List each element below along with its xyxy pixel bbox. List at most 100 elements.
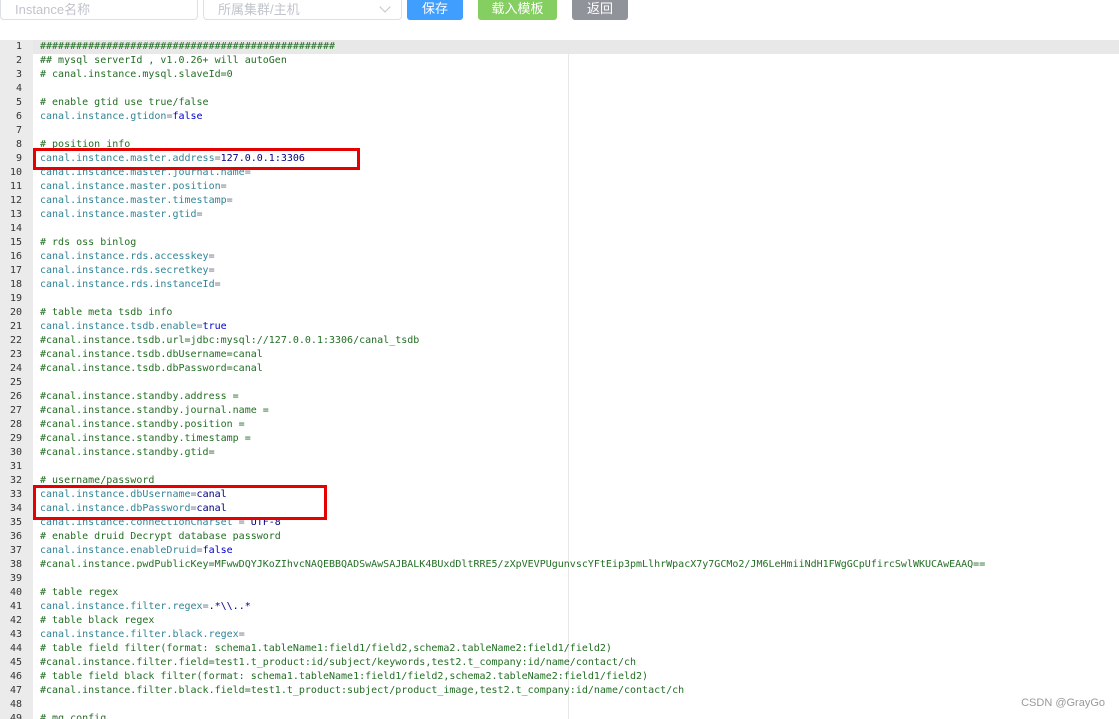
code-text: canal.instance.rds.secretkey= <box>40 264 215 278</box>
line-number: 48 <box>9 699 22 710</box>
code-text: canal.instance.master.journal.name= <box>40 166 251 180</box>
line-number: 40 <box>9 587 22 598</box>
line-number: 42 <box>9 615 22 626</box>
cluster-host-placeholder: 所属集群/主机 <box>218 2 300 17</box>
line-number: 29 <box>9 433 22 444</box>
code-text: #canal.instance.standby.timestamp = <box>40 432 251 446</box>
code-text: #canal.instance.tsdb.url=jdbc:mysql://12… <box>40 334 419 348</box>
line-number: 22 <box>9 335 22 346</box>
line-number: 2 <box>15 55 22 66</box>
code-token-eq: = <box>238 629 245 640</box>
save-button-label: 保存 <box>421 1 448 16</box>
code-token-key: canal.instance.rds.secretkey <box>40 265 209 276</box>
line-number: 12 <box>9 195 22 206</box>
code-text: canal.instance.tsdb.enable=true <box>40 320 227 334</box>
code-token-eq: = <box>196 209 203 220</box>
code-text: # enable gtid use true/false <box>40 96 209 110</box>
code-token-comment: # rds oss binlog <box>40 237 137 248</box>
code-token-comment: # table meta tsdb info <box>40 307 173 318</box>
code-token-val: UTF-8 <box>250 517 281 528</box>
code-token-val: .*\\..* <box>208 601 251 612</box>
line-number: 9 <box>15 153 22 164</box>
code-token-comment: # table regex <box>40 587 119 598</box>
line-number: 26 <box>9 391 22 402</box>
code-text: #canal.instance.standby.position = <box>40 418 245 432</box>
code-token-eq: = <box>214 279 221 290</box>
code-token-key: canal.instance.rds.instanceId <box>40 279 215 290</box>
code-text: # username/password <box>40 474 154 488</box>
line-number: 7 <box>15 125 22 136</box>
code-text: canal.instance.master.timestamp= <box>40 194 233 208</box>
line-number: 43 <box>9 629 22 640</box>
code-text: # table meta tsdb info <box>40 306 172 320</box>
line-number: 35 <box>9 517 22 528</box>
code-text: canal.instance.filter.regex=.*\\..* <box>40 600 251 614</box>
back-button[interactable]: 返回 <box>572 0 628 20</box>
code-text: canal.instance.connectionCharset = UTF-8 <box>40 516 281 530</box>
code-text: canal.instance.master.gtid= <box>40 208 203 222</box>
cluster-host-select[interactable]: 所属集群/主机 <box>203 0 402 20</box>
code-text: ## mysql serverId , v1.0.26+ will autoGe… <box>40 54 287 68</box>
code-token-eq: = <box>244 167 251 178</box>
code-text: canal.instance.master.position= <box>40 180 227 194</box>
code-token-comment: # table field filter(format: schema1.tab… <box>40 643 612 654</box>
code-token-eq: = <box>220 181 227 192</box>
instance-name-placeholder: Instance名称 <box>15 2 91 17</box>
save-button[interactable]: 保存 <box>407 0 463 20</box>
line-number: 3 <box>15 69 22 80</box>
chevron-down-icon <box>379 1 391 13</box>
line-number: 28 <box>9 419 22 430</box>
code-token-comment: #canal.instance.pwdPublicKey=MFwwDQYJKoZ… <box>40 559 986 570</box>
code-token-val: canal <box>196 489 227 500</box>
code-text: canal.instance.master.address=127.0.0.1:… <box>40 152 305 166</box>
line-number: 41 <box>9 601 22 612</box>
code-token-comment: #canal.instance.filter.field=test1.t_pro… <box>40 657 637 668</box>
line-number: 24 <box>9 363 22 374</box>
code-token-eq: = <box>208 251 215 262</box>
code-text: # canal.instance.mysql.slaveId=0 <box>40 68 233 82</box>
code-token-key: canal.instance.filter.regex <box>40 601 203 612</box>
code-text: #canal.instance.filter.field=test1.t_pro… <box>40 656 636 670</box>
load-template-button-label: 载入模板 <box>491 1 544 16</box>
line-number: 45 <box>9 657 22 668</box>
code-text: canal.instance.dbPassword=canal <box>40 502 227 516</box>
code-text: #canal.instance.filter.black.field=test1… <box>40 684 684 698</box>
code-text: canal.instance.enableDruid=false <box>40 544 233 558</box>
code-token-key: canal.instance.enableDruid <box>40 545 197 556</box>
code-token-comment: #canal.instance.filter.black.field=test1… <box>40 685 685 696</box>
line-number: 21 <box>9 321 22 332</box>
code-text: # enable druid Decrypt database password <box>40 530 281 544</box>
back-button-label: 返回 <box>586 1 613 16</box>
line-number: 31 <box>9 461 22 472</box>
line-number: 10 <box>9 167 22 178</box>
line-number: 33 <box>9 489 22 500</box>
load-template-button[interactable]: 载入模板 <box>478 0 557 20</box>
code-token-key: canal.instance.master.gtid <box>40 209 197 220</box>
code-text: canal.instance.filter.black.regex= <box>40 628 245 642</box>
code-text: ########################################… <box>40 40 335 54</box>
code-token-key: canal.instance.master.position <box>40 181 221 192</box>
line-number: 44 <box>9 643 22 654</box>
line-number: 5 <box>15 97 22 108</box>
code-text: # rds oss binlog <box>40 236 136 250</box>
line-number: 38 <box>9 559 22 570</box>
code-token-comment: #canal.instance.standby.timestamp = <box>40 433 251 444</box>
code-token-val: canal <box>196 503 227 514</box>
code-token-key: canal.instance.master.journal.name <box>40 167 245 178</box>
code-token-comment: # canal.instance.mysql.slaveId=0 <box>40 69 233 80</box>
line-number: 4 <box>15 83 22 94</box>
code-token-key: canal.instance.tsdb.enable <box>40 321 197 332</box>
code-editor[interactable]: 1 #######################################… <box>0 40 1119 719</box>
line-number: 14 <box>9 223 22 234</box>
line-number: 36 <box>9 531 22 542</box>
code-token-comment: #canal.instance.tsdb.url=jdbc:mysql://12… <box>40 335 420 346</box>
code-token-comment: # username/password <box>40 475 155 486</box>
code-text: canal.instance.gtidon=false <box>40 110 203 124</box>
line-number: 46 <box>9 671 22 682</box>
code-text: canal.instance.rds.accesskey= <box>40 250 215 264</box>
instance-name-input[interactable]: Instance名称 <box>0 0 198 20</box>
code-token-eq: = <box>232 517 251 528</box>
print-margin <box>568 40 569 719</box>
code-token-comment: #canal.instance.standby.address = <box>40 391 239 402</box>
line-number: 19 <box>9 293 22 304</box>
